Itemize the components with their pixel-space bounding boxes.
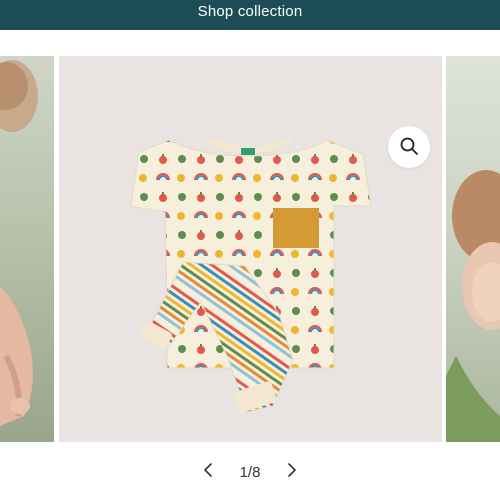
current-slide-image[interactable] <box>59 56 442 442</box>
previous-slide-image[interactable] <box>0 56 54 442</box>
chevron-left-icon <box>203 462 215 482</box>
child-photo-right <box>446 170 500 442</box>
zoom-button[interactable] <box>388 126 430 168</box>
previous-slide-button[interactable] <box>198 461 220 483</box>
next-slide-image[interactable] <box>446 56 500 442</box>
gallery-pagination: 1/8 <box>0 458 500 486</box>
chevron-right-icon <box>285 462 297 482</box>
search-icon <box>399 136 419 159</box>
child-photo-left <box>0 60 38 426</box>
product-image-carousel[interactable] <box>0 56 500 442</box>
product-image <box>130 137 372 413</box>
shop-collection-banner[interactable]: Shop collection <box>0 0 500 30</box>
shop-collection-button[interactable]: Shop collection <box>198 3 303 20</box>
slide-counter: 1/8 <box>239 463 261 481</box>
next-slide-button[interactable] <box>280 461 302 483</box>
